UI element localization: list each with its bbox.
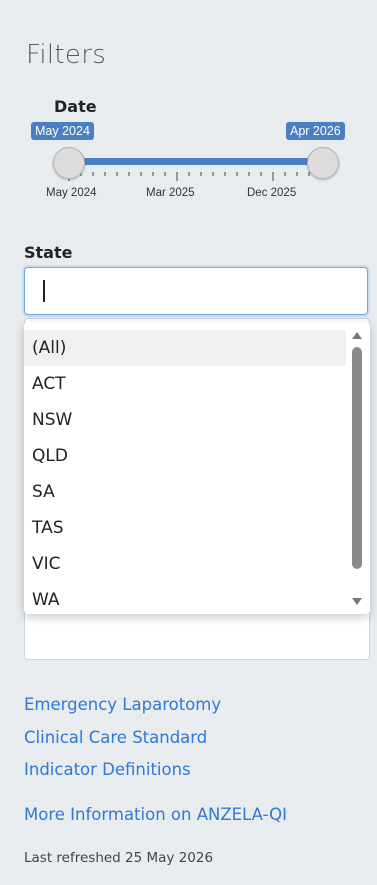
state-label: State — [24, 243, 73, 262]
care-standard-link-line3[interactable]: Indicator Definitions — [24, 760, 191, 779]
date-to-badge: Apr 2026 — [286, 122, 345, 140]
date-tick-label: Dec 2025 — [247, 187, 297, 199]
scroll-down-arrow-icon[interactable] — [352, 598, 362, 605]
state-option-wa[interactable]: WA — [24, 582, 346, 614]
state-option-act[interactable]: ACT — [24, 366, 346, 402]
state-option-nsw[interactable]: NSW — [24, 402, 346, 438]
state-option-tas[interactable]: TAS — [24, 510, 346, 546]
date-from-badge: May 2024 — [31, 122, 94, 140]
dropdown-scrollbar-thumb[interactable] — [352, 347, 362, 569]
filter-sidebar: Filters Date May 2024 Apr 2026 May 2024 … — [0, 0, 377, 885]
last-refreshed-text: Last refreshed 25 May 2026 — [24, 850, 214, 866]
state-option-vic[interactable]: VIC — [24, 546, 346, 582]
date-slider-track[interactable] — [68, 158, 322, 165]
date-from-handle[interactable] — [53, 147, 85, 179]
more-information-link[interactable]: More Information on ANZELA-QI — [24, 805, 287, 824]
date-to-handle[interactable] — [307, 147, 339, 179]
care-standard-link-line2[interactable]: Clinical Care Standard — [24, 728, 207, 747]
date-tick-label: Mar 2025 — [146, 187, 195, 199]
state-option-qld[interactable]: QLD — [24, 438, 346, 474]
text-cursor — [43, 280, 45, 302]
state-option-sa[interactable]: SA — [24, 474, 346, 510]
care-standard-link-line1[interactable]: Emergency Laparotomy — [24, 695, 221, 714]
date-label: Date — [54, 97, 97, 116]
date-tick-label: May 2024 — [46, 187, 97, 199]
filters-title: Filters — [26, 40, 107, 70]
scroll-up-arrow-icon[interactable] — [352, 332, 362, 339]
date-slider-ticks — [68, 172, 322, 181]
state-search-input[interactable] — [24, 267, 368, 315]
state-option-all[interactable]: (All) — [24, 330, 346, 366]
state-dropdown-list[interactable]: (All) ACT NSW QLD SA TAS VIC WA — [24, 322, 370, 614]
